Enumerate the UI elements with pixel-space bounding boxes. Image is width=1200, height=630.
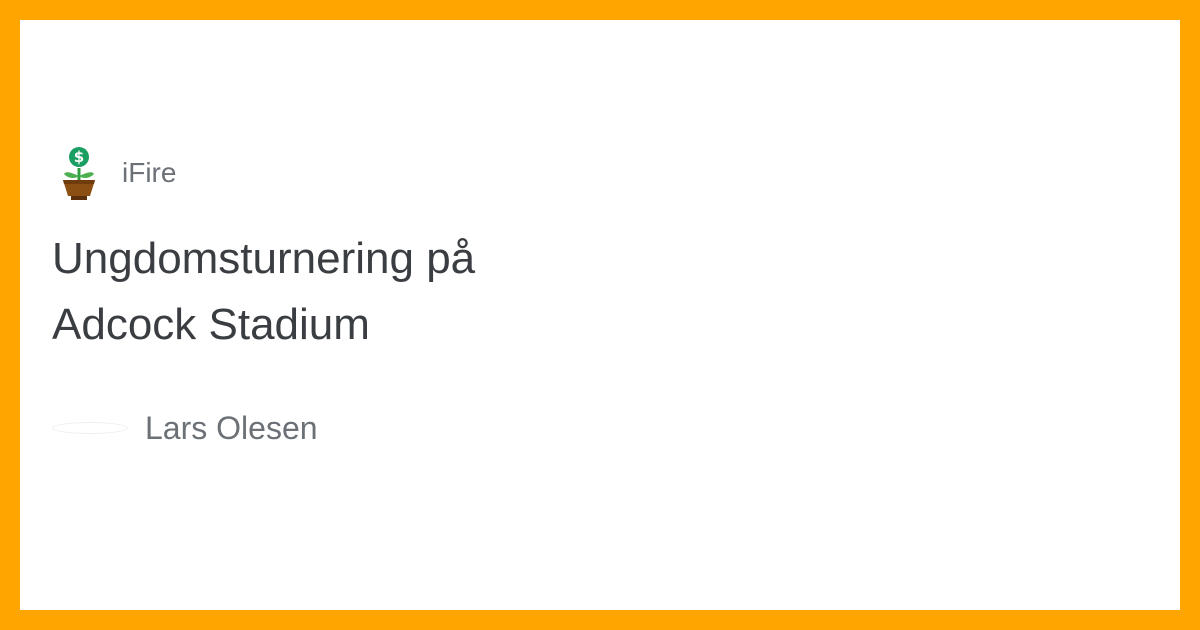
brand: $ iFire — [54, 145, 176, 201]
article-title: Ungdomsturnering på Adcock Stadium — [52, 234, 476, 349]
svg-text:$: $ — [74, 148, 84, 166]
avatar — [52, 422, 128, 434]
money-plant-icon: $ — [63, 147, 95, 200]
brand-name: iFire — [122, 157, 177, 188]
social-card-frame: $ iFire Ungdomsturnering på Adcock Stadi… — [0, 0, 1200, 630]
author-name: Lars Olesen — [145, 410, 318, 446]
author-row: Lars Olesen — [52, 408, 318, 448]
social-card: $ iFire Ungdomsturnering på Adcock Stadi… — [20, 20, 1180, 610]
